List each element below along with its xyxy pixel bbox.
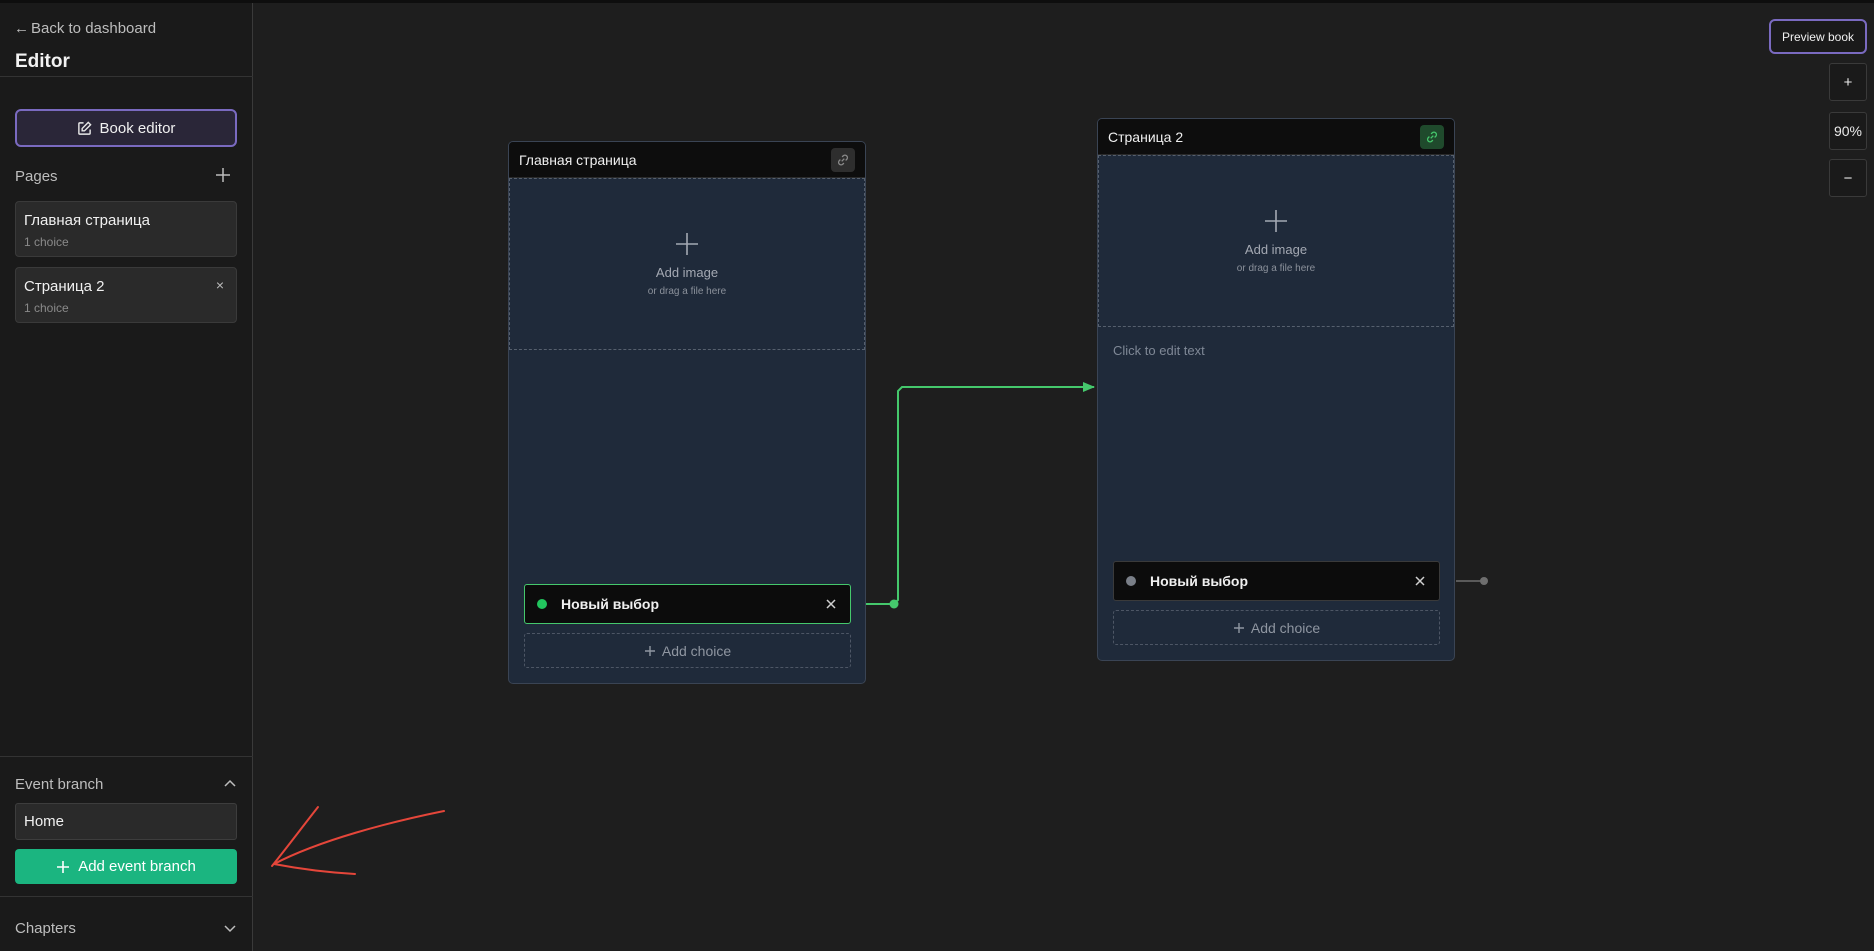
text-placeholder: Click to edit text bbox=[1113, 343, 1205, 358]
link-button[interactable] bbox=[1420, 124, 1444, 149]
link-icon bbox=[838, 154, 848, 165]
status-dot bbox=[1126, 576, 1136, 586]
close-icon[interactable] bbox=[824, 597, 838, 611]
status-dot bbox=[537, 599, 547, 609]
choice-connector-edge[interactable] bbox=[866, 382, 1095, 605]
add-choice-button[interactable]: Add choice bbox=[524, 633, 851, 668]
node-header[interactable]: Страница 2 bbox=[1098, 119, 1454, 155]
add-choice-label: Add choice bbox=[1250, 619, 1321, 636]
add-image-label: Add image bbox=[1244, 242, 1308, 257]
choice-item[interactable]: Новый выбор bbox=[524, 584, 851, 624]
add-image-label: Add image bbox=[655, 265, 719, 280]
drag-hint: or drag a file here bbox=[647, 286, 727, 297]
drag-hint: or drag a file here bbox=[1236, 263, 1316, 274]
node-header[interactable]: Главная страница bbox=[509, 142, 865, 178]
choice-label: Новый выбор bbox=[561, 596, 660, 612]
choice-connector-handle[interactable] bbox=[1480, 577, 1488, 585]
plus-icon bbox=[1233, 622, 1244, 633]
close-icon[interactable] bbox=[1413, 574, 1427, 588]
node-title: Страница 2 bbox=[1108, 128, 1184, 145]
image-dropzone[interactable]: Add image or drag a file here bbox=[509, 178, 865, 350]
choice-connector-handle[interactable] bbox=[889, 599, 899, 609]
node-title: Главная страница bbox=[519, 151, 637, 168]
zoom-level: 90% bbox=[1829, 112, 1867, 150]
plus-icon bbox=[1265, 210, 1287, 232]
plus-icon bbox=[676, 233, 698, 255]
image-dropzone[interactable]: Add image or drag a file here bbox=[1098, 155, 1454, 327]
link-button[interactable] bbox=[831, 147, 855, 172]
plus-icon bbox=[644, 645, 655, 656]
preview-book-button[interactable]: Preview book bbox=[1769, 19, 1867, 54]
zoom-out-button[interactable]: − bbox=[1829, 159, 1867, 197]
choice-item[interactable]: Новый выбор bbox=[1113, 561, 1440, 601]
node-text-area[interactable] bbox=[509, 350, 865, 580]
link-icon bbox=[1427, 131, 1437, 142]
choice-label: Новый выбор bbox=[1150, 573, 1249, 589]
add-choice-label: Add choice bbox=[661, 642, 732, 659]
connector-layer bbox=[866, 382, 1488, 609]
page-node-main[interactable]: Главная страница Add image or drag a fil… bbox=[508, 141, 866, 684]
add-choice-button[interactable]: Add choice bbox=[1113, 610, 1440, 645]
page-node-page-2[interactable]: Страница 2 Add image or drag a file here… bbox=[1097, 118, 1455, 661]
zoom-in-button[interactable]: + bbox=[1829, 63, 1867, 101]
node-text-area[interactable]: Click to edit text bbox=[1098, 327, 1454, 557]
